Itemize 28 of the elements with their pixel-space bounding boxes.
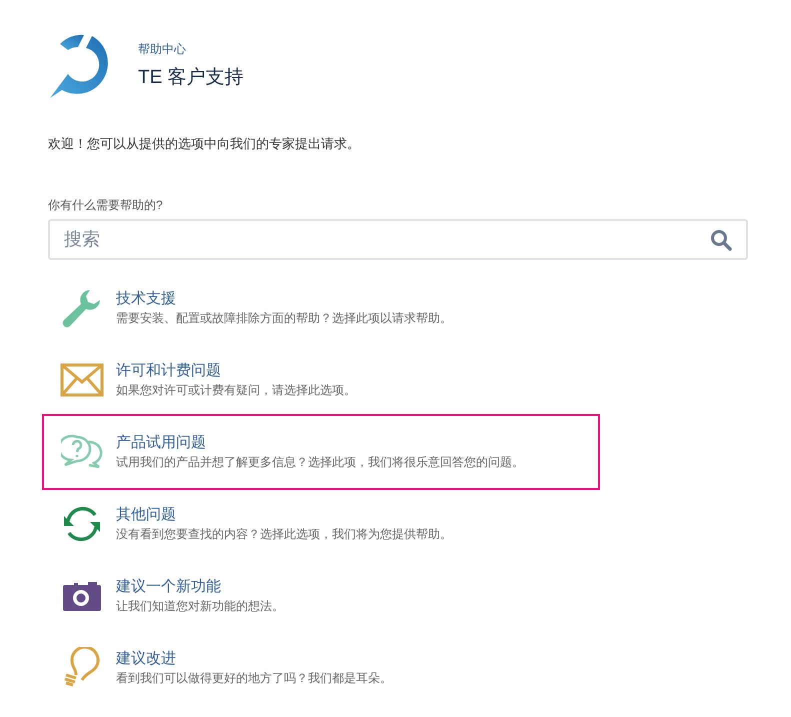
option-title: 建议一个新功能 — [116, 576, 222, 596]
option-item[interactable]: 技术支援 需要安装、配置或故障排除方面的帮助？选择此项以请求帮助。 — [42, 272, 600, 344]
option-item[interactable]: 建议改进 看到我们可以做得更好的地方了吗？我们都是耳朵。 — [42, 632, 600, 704]
option-item[interactable]: 建议一个新功能 让我们知道您对新功能的想法。 — [42, 560, 600, 632]
option-item[interactable]: 其他问题 没有看到您要查找的内容？选择此选项，我们将为您提供帮助。 — [42, 488, 600, 560]
option-title: 产品试用问题 — [116, 432, 207, 452]
header-title: TE 客户支持 — [138, 66, 244, 90]
option-description: 让我们知道您对新功能的想法。 — [116, 598, 284, 614]
header-subtitle: 帮助中心 — [138, 40, 187, 58]
option-description: 需要安装、配置或故障排除方面的帮助？选择此项以请求帮助。 — [116, 310, 452, 326]
option-title: 许可和计费问题 — [116, 360, 222, 380]
camera-icon — [62, 580, 102, 612]
search-field[interactable]: 搜索 — [48, 218, 748, 260]
search-icon[interactable] — [710, 228, 732, 250]
option-description: 没有看到您要查找的内容？选择此选项，我们将为您提供帮助。 — [116, 526, 452, 542]
option-description: 试用我们的产品并想了解更多信息？选择此项，我们将很乐意回答您的问题。 — [116, 454, 524, 470]
envelope-icon — [60, 362, 104, 398]
option-title: 建议改进 — [116, 648, 177, 668]
option-description: 如果您对许可或计费有疑问，请选择此选项。 — [116, 382, 356, 398]
light-bulb-icon — [62, 646, 102, 688]
welcome-text: 欢迎！您可以从提供的选项中向我们的专家提出请求。 — [48, 135, 361, 153]
option-item[interactable]: 许可和计费问题 如果您对许可或计费有疑问，请选择此选项。 — [42, 344, 600, 416]
speech-bubbles-icon — [61, 434, 103, 470]
option-title: 技术支援 — [116, 288, 177, 308]
search-label: 你有什么需要帮助的? — [48, 196, 164, 214]
option-description: 看到我们可以做得更好的地方了吗？我们都是耳朵。 — [116, 670, 392, 686]
option-title: 其他问题 — [116, 504, 177, 524]
option-item[interactable]: 产品试用问题 试用我们的产品并想了解更多信息？选择此项，我们将很乐意回答您的问题。 — [42, 414, 600, 490]
